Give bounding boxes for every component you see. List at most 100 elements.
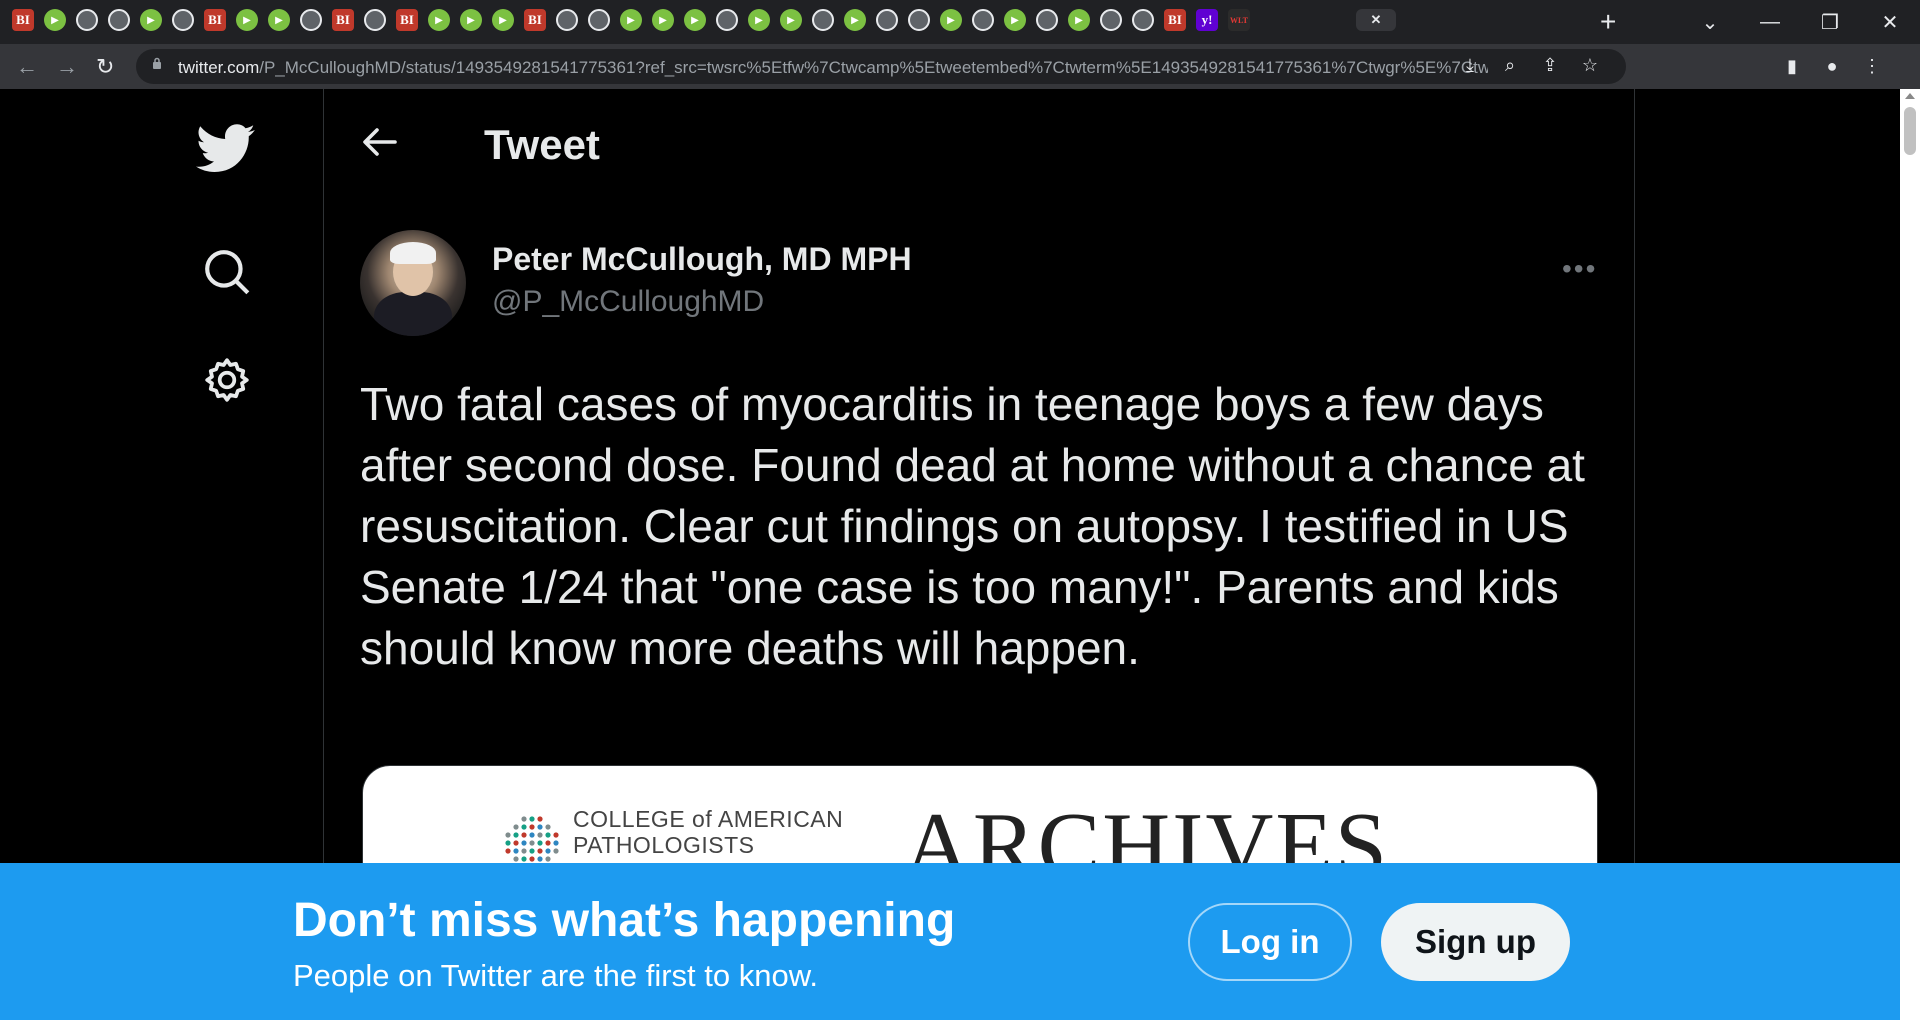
browser-tool-icons: ▮ ● ⋮ [1772,56,1892,77]
tab-play-icon[interactable]: ▶ [460,9,482,31]
browser-toolbar: ← → ↻ twitter.com/P_McCulloughMD/status/… [0,44,1920,89]
card-org-line2: PATHOLOGISTS [573,832,755,858]
page-scrollbar[interactable] [1900,89,1920,1020]
cap-logo-dot [513,848,519,854]
lock-icon[interactable] [152,57,162,69]
side-panel-icon[interactable]: ▮ [1772,56,1812,77]
zoom-icon[interactable]: ⌕ [1490,55,1530,76]
cap-logo-dot [505,848,511,854]
cap-logo-dot [545,832,551,838]
tab-play-icon[interactable]: ▶ [1004,9,1026,31]
cap-logo-dot [521,856,527,862]
cap-logo-dot [529,848,535,854]
cap-logo-dot [513,824,519,830]
tab-yahoo-icon[interactable]: y! [1196,9,1218,31]
tab-favicons: BI ▶ ▶ BI ▶ ▶ BI BI ▶ ▶ ▶ BI ▶ ▶ ▶ ▶ ▶ ▶ ▶ ▶ ▶ BI y! WLT [12,9,1260,31]
tab-globe-icon[interactable] [556,9,578,31]
login-prompt-banner: Don’t miss what’s happening People on Tw… [0,863,1900,1020]
tab-play-icon[interactable]: ▶ [748,9,770,31]
menu-icon[interactable]: ⋮ [1852,56,1892,77]
tab-globe-icon[interactable] [76,9,98,31]
tab-globe-icon[interactable] [108,9,130,31]
scroll-up-icon[interactable] [1905,93,1915,99]
cap-logo-dot [537,848,543,854]
share-icon[interactable]: ⇪ [1530,55,1570,76]
cap-logo-dot [529,856,535,862]
new-tab-button[interactable]: + [1600,6,1616,38]
close-tab-icon[interactable]: ✕ [1371,12,1382,28]
sign-up-button[interactable]: Sign up [1381,903,1570,981]
cap-logo-dot [537,824,543,830]
restore-icon[interactable]: ❐ [1800,10,1860,35]
tab-globe-icon[interactable] [876,9,898,31]
tab-wlt-icon[interactable]: WLT [1228,9,1250,31]
gear-icon[interactable] [202,355,252,405]
browser-tab-strip: BI ▶ ▶ BI ▶ ▶ BI BI ▶ ▶ ▶ BI ▶ ▶ ▶ ▶ ▶ ▶ ▶ ▶ ▶ BI y! WLT ✕ + ⌄ … [0,0,1920,44]
close-window-icon[interactable]: ✕ [1860,10,1920,35]
cap-logo-dot [513,840,519,846]
minimize-icon[interactable]: — [1740,11,1800,34]
tab-play-icon[interactable]: ▶ [140,9,162,31]
tab-play-icon[interactable]: ▶ [940,9,962,31]
tab-play-icon[interactable]: ▶ [1068,9,1090,31]
scroll-thumb[interactable] [1904,107,1916,155]
omnibox-actions: ⤓ ⌕ ⇪ ☆ [1450,55,1610,76]
tab-bi-icon[interactable]: BI [396,9,418,31]
tab-bi-icon[interactable]: BI [204,9,226,31]
tab-search-icon[interactable]: ⌄ [1680,10,1740,35]
tab-globe-icon[interactable] [1100,9,1122,31]
cap-logo-dot [537,832,543,838]
forward-nav-icon[interactable]: → [56,54,78,80]
tab-globe-icon[interactable] [300,9,322,31]
tab-play-icon[interactable]: ▶ [844,9,866,31]
tab-play-icon[interactable]: ▶ [44,9,66,31]
bookmark-star-icon[interactable]: ☆ [1570,55,1610,76]
address-bar[interactable]: twitter.com/P_McCulloughMD/status/149354… [136,49,1626,84]
tab-play-icon[interactable]: ▶ [428,9,450,31]
more-options-icon[interactable]: ••• [1562,253,1597,285]
url-path: /P_McCulloughMD/status/14935492815417753… [259,58,1488,77]
cap-logo-dot [553,840,559,846]
tab-globe-icon[interactable] [1036,9,1058,31]
tab-globe-icon[interactable] [172,9,194,31]
cap-logo-dot [529,832,535,838]
banner-title: Don’t miss what’s happening [293,894,956,947]
tab-bi-icon[interactable]: BI [524,9,546,31]
url-text[interactable]: twitter.com/P_McCulloughMD/status/149354… [178,58,1488,78]
twitter-logo-icon[interactable] [196,123,256,175]
tab-globe-icon[interactable] [812,9,834,31]
tab-globe-icon[interactable] [1132,9,1154,31]
tweet-text: Two fatal cases of myocarditis in teenag… [360,378,1585,674]
tab-bi-icon[interactable]: BI [1164,9,1186,31]
search-icon[interactable] [202,247,252,297]
tab-bi-icon[interactable]: BI [332,9,354,31]
tab-play-icon[interactable]: ▶ [236,9,258,31]
tab-globe-icon[interactable] [364,9,386,31]
tab-play-icon[interactable]: ▶ [492,9,514,31]
author-handle[interactable]: @P_McCulloughMD [492,285,764,319]
active-tab[interactable]: ✕ [1356,9,1396,31]
tab-play-icon[interactable]: ▶ [268,9,290,31]
back-nav-icon[interactable]: ← [16,54,38,80]
cap-logo-dot [537,856,543,862]
tab-play-icon[interactable]: ▶ [652,9,674,31]
tab-globe-icon[interactable] [716,9,738,31]
tab-play-icon[interactable]: ▶ [780,9,802,31]
url-host: twitter.com [178,58,260,77]
tab-globe-icon[interactable] [588,9,610,31]
tab-globe-icon[interactable] [908,9,930,31]
cap-logo-dot [553,832,559,838]
tab-globe-icon[interactable] [972,9,994,31]
tab-play-icon[interactable]: ▶ [620,9,642,31]
author-display-name[interactable]: Peter McCullough, MD MPH [492,241,912,278]
reload-icon[interactable]: ↻ [96,54,114,80]
profile-icon[interactable]: ● [1812,56,1852,77]
tab-bi-icon[interactable]: BI [12,9,34,31]
install-icon[interactable]: ⤓ [1450,55,1490,76]
tab-play-icon[interactable]: ▶ [684,9,706,31]
log-in-button[interactable]: Log in [1188,903,1352,981]
back-arrow-icon[interactable] [362,127,398,157]
page-title: Tweet [484,121,600,168]
avatar[interactable] [360,230,466,336]
cap-logo-dot [521,840,527,846]
